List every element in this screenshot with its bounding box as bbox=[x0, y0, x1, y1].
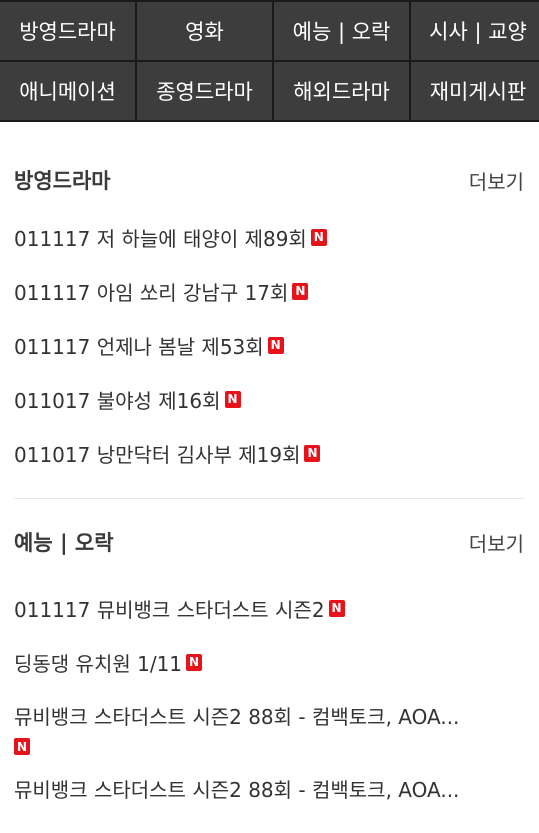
post-list: 011117 저 하늘에 태양이 제89회 N 011117 아임 쏘리 강남구… bbox=[14, 210, 524, 480]
nav-item-foreign-drama[interactable]: 해외드라마 bbox=[274, 62, 409, 120]
list-item[interactable]: 011117 언제나 봄날 제53회 N bbox=[14, 318, 524, 372]
nav-item-animation[interactable]: 애니메이션 bbox=[0, 62, 135, 120]
list-item-title: 011117 뮤비뱅크 스타더스트 시즌2 bbox=[14, 597, 325, 622]
list-item[interactable]: 뮤비뱅크 스타더스트 시즌2 88회 - 컴백토크, AOA... N bbox=[14, 689, 524, 761]
more-link[interactable]: 더보기 bbox=[469, 528, 524, 557]
nav-item-fun-board[interactable]: 재미게시판 bbox=[411, 62, 539, 120]
new-badge-icon: N bbox=[328, 599, 345, 617]
list-item[interactable]: 011117 아임 쏘리 강남구 17회 N bbox=[14, 264, 524, 318]
post-list: 011117 뮤비뱅크 스타더스트 시즌2 N 딩동댕 유치원 1/11 N 뮤… bbox=[14, 581, 524, 815]
list-item[interactable]: 딩동댕 유치원 1/11 N bbox=[14, 635, 524, 689]
list-item-title: 뮤비뱅크 스타더스트 시즌2 88회 - 컴백토크, AOA... bbox=[14, 777, 460, 802]
new-badge-icon: N bbox=[304, 444, 321, 462]
more-link[interactable]: 더보기 bbox=[469, 166, 524, 195]
list-item-title: 011017 불야성 제16회 bbox=[14, 388, 221, 413]
list-item-title: 뮤비뱅크 스타더스트 시즌2 88회 - 컴백토크, AOA... bbox=[14, 705, 460, 729]
section-airing-drama: 방영드라마 더보기 011117 저 하늘에 태양이 제89회 N 011117… bbox=[0, 150, 539, 499]
new-badge-icon: N bbox=[224, 390, 241, 408]
section-header: 방영드라마 더보기 bbox=[14, 150, 524, 210]
list-item[interactable]: 011117 뮤비뱅크 스타더스트 시즌2 N bbox=[14, 581, 524, 635]
list-item-title: 011117 저 하늘에 태양이 제89회 bbox=[14, 226, 307, 251]
section-header: 예능 | 오락 더보기 bbox=[14, 499, 524, 581]
section-variety: 예능 | 오락 더보기 011117 뮤비뱅크 스타더스트 시즌2 N 딩동댕 … bbox=[0, 499, 539, 815]
list-item-title: 011017 낭만닥터 김사부 제19회 bbox=[14, 442, 301, 467]
list-item-title: 딩동댕 유치원 1/11 bbox=[14, 651, 183, 676]
list-item[interactable]: 뮤비뱅크 스타더스트 시즌2 88회 - 컴백토크, AOA... bbox=[14, 761, 524, 815]
nav-item-ended-drama[interactable]: 종영드라마 bbox=[137, 62, 272, 120]
list-item[interactable]: 011017 불야성 제16회 N bbox=[14, 372, 524, 426]
new-badge-icon: N bbox=[14, 738, 30, 755]
nav-item-current-affairs[interactable]: 시사 | 교양 bbox=[411, 2, 539, 60]
new-badge-icon: N bbox=[267, 336, 284, 354]
list-item-title: 011117 언제나 봄날 제53회 bbox=[14, 334, 264, 359]
category-nav: 방영드라마 영화 예능 | 오락 시사 | 교양 애니메이션 종영드라마 해외드… bbox=[0, 0, 539, 122]
new-badge-icon: N bbox=[292, 282, 309, 300]
section-title: 방영드라마 bbox=[14, 169, 111, 193]
nav-item-movie[interactable]: 영화 bbox=[137, 2, 272, 60]
new-badge-icon: N bbox=[310, 228, 327, 246]
new-badge-icon: N bbox=[186, 653, 203, 671]
list-item[interactable]: 011017 낭만닥터 김사부 제19회 N bbox=[14, 426, 524, 480]
list-item[interactable]: 011117 저 하늘에 태양이 제89회 N bbox=[14, 210, 524, 264]
nav-item-airing-drama[interactable]: 방영드라마 bbox=[0, 2, 135, 60]
section-title: 예능 | 오락 bbox=[14, 531, 114, 555]
nav-item-variety[interactable]: 예능 | 오락 bbox=[274, 2, 409, 60]
list-item-title: 011117 아임 쏘리 강남구 17회 bbox=[14, 280, 289, 305]
